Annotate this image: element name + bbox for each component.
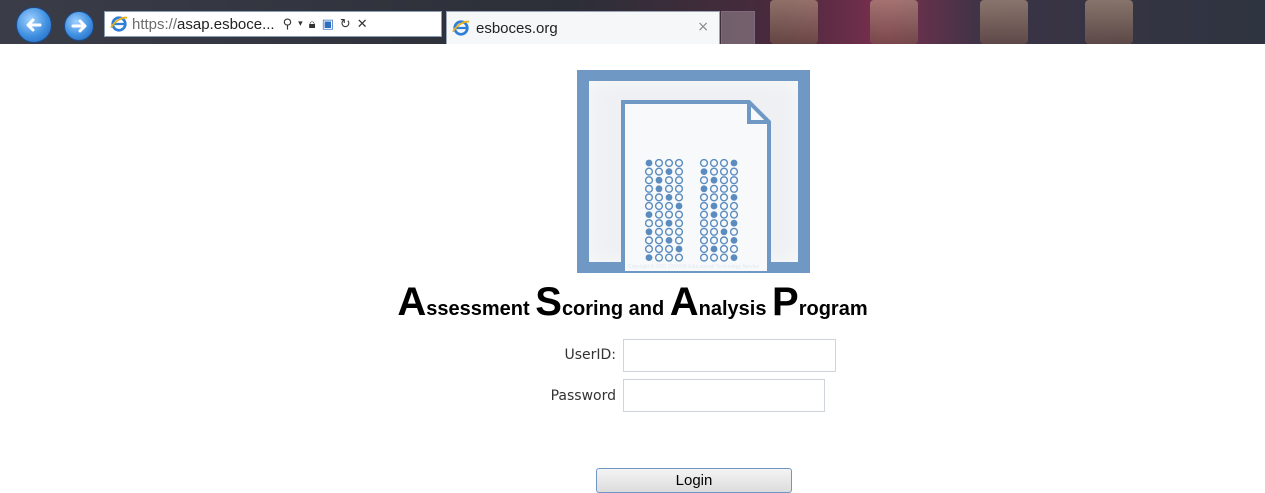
dropdown-icon[interactable]: ▾ — [298, 19, 303, 29]
search-icon[interactable]: ⚲ — [283, 17, 293, 32]
forward-button[interactable] — [64, 11, 94, 41]
title-segment: Assessment — [397, 280, 536, 324]
back-arrow-icon — [26, 18, 42, 32]
address-bar[interactable]: https://asap.esboce... ⚲ ▾ 🔒︎ ▣ ↻ ✕ — [104, 11, 442, 37]
title-segment: Scoring and — [535, 280, 670, 324]
userid-input[interactable] — [623, 339, 836, 372]
taskbar-thumbnail — [1085, 0, 1133, 44]
taskbar-thumbnail — [770, 0, 818, 44]
tab-label: esboces.org — [476, 19, 558, 37]
taskbar-thumbnail — [980, 0, 1028, 44]
password-input[interactable] — [623, 379, 825, 412]
password-label: Password — [550, 388, 616, 404]
answer-sheet-icon — [621, 100, 771, 273]
title-segment: Program — [772, 280, 868, 324]
compat-icon[interactable]: ▣ — [322, 17, 334, 32]
stop-icon[interactable]: ✕ — [357, 17, 368, 32]
asap-logo: Copyright © 2011 OVWVR Educational Techn… — [577, 70, 810, 273]
address-bar-icons: ⚲ ▾ 🔒︎ ▣ ↻ ✕ — [283, 17, 368, 32]
ie-tab-icon — [452, 20, 470, 36]
title-segment: Analysis — [669, 280, 773, 324]
logo-copyright: Copyright © 2011 OVWVR Educational Techn… — [627, 264, 760, 270]
login-button[interactable]: Login — [596, 468, 792, 493]
forward-arrow-icon — [71, 19, 87, 33]
page-title: Assessment Scoring and Analysis Program — [0, 280, 1265, 325]
address-text[interactable]: https://asap.esboce... — [132, 16, 275, 33]
new-tab-button[interactable] — [721, 11, 755, 44]
back-button[interactable] — [16, 7, 52, 43]
taskbar-thumbnail — [870, 0, 918, 44]
tab-esboces[interactable]: esboces.org × — [446, 11, 720, 44]
tab-close-icon[interactable]: × — [697, 19, 709, 35]
ie-page-icon — [110, 16, 128, 32]
browser-toolbar: https://asap.esboce... ⚲ ▾ 🔒︎ ▣ ↻ ✕ esbo… — [0, 0, 1265, 44]
userid-label: UserID: — [564, 347, 616, 363]
lock-icon[interactable]: 🔒︎ — [309, 17, 316, 32]
refresh-icon[interactable]: ↻ — [340, 17, 351, 32]
